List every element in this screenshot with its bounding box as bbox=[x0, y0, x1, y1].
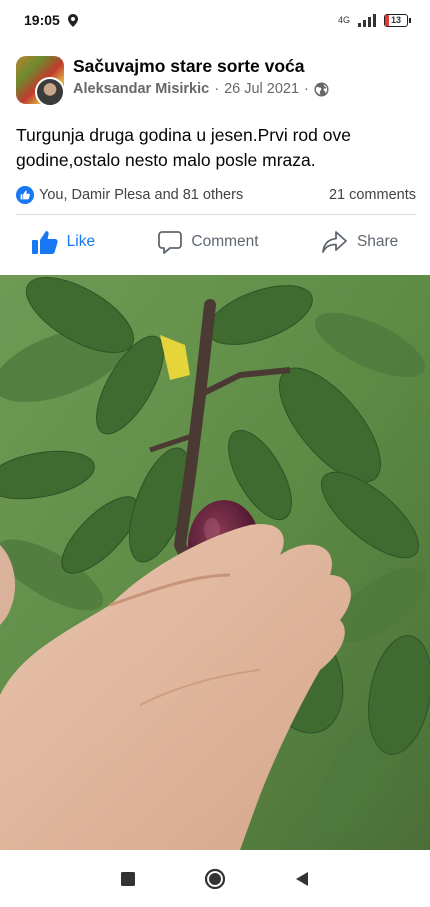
battery-level: 13 bbox=[390, 14, 401, 25]
status-time: 19:05 bbox=[24, 12, 60, 28]
like-label: Like bbox=[66, 233, 96, 250]
divider bbox=[16, 214, 416, 215]
post-actions: Like Comment Share bbox=[0, 222, 430, 262]
share-button[interactable]: Share bbox=[322, 230, 398, 254]
meta-separator: · bbox=[214, 81, 220, 97]
status-bar: 19:05 4G 13 bbox=[0, 0, 430, 40]
signal-icon bbox=[358, 13, 376, 27]
author-avatar[interactable] bbox=[35, 77, 65, 107]
post-photo[interactable] bbox=[0, 275, 430, 850]
photo-plum-branch-hand bbox=[0, 275, 430, 850]
reactions-left[interactable]: You, Damir Plesa and 81 others bbox=[16, 186, 243, 204]
comments-count[interactable]: 21 comments bbox=[329, 187, 416, 203]
meta-separator-2: · bbox=[304, 81, 309, 97]
post-text: Turgunja druga godina u jesen.Prvi rod o… bbox=[16, 125, 351, 170]
network-type: 4G bbox=[337, 15, 350, 25]
reactions-summary: You, Damir Plesa and 81 others 21 commen… bbox=[16, 183, 416, 207]
location-pin-icon bbox=[67, 13, 78, 27]
status-left: 19:05 bbox=[24, 12, 78, 28]
thumbs-up-icon bbox=[31, 231, 58, 254]
post-meta: Aleksandar Misirkic · 26 Jul 2021 · bbox=[73, 81, 329, 97]
comment-bubble-icon bbox=[158, 231, 183, 254]
square-recents-icon[interactable] bbox=[120, 871, 136, 887]
status-right: 4G 13 bbox=[337, 13, 411, 27]
battery-icon: 13 bbox=[384, 13, 411, 27]
group-name[interactable]: Sačuvajmo stare sorte voća bbox=[73, 56, 329, 77]
system-nav-bar bbox=[0, 850, 430, 907]
circle-home-icon[interactable] bbox=[204, 868, 226, 890]
group-avatar[interactable] bbox=[16, 56, 65, 107]
comment-label: Comment bbox=[191, 233, 259, 250]
comment-button[interactable]: Comment bbox=[158, 230, 259, 254]
post-date[interactable]: 26 Jul 2021 bbox=[224, 81, 299, 97]
header-text: Sačuvajmo stare sorte voća Aleksandar Mi… bbox=[73, 56, 329, 97]
like-button[interactable]: Like bbox=[31, 230, 96, 254]
share-label: Share bbox=[356, 233, 399, 250]
triangle-back-icon[interactable] bbox=[294, 871, 310, 887]
author-name[interactable]: Aleksandar Misirkic bbox=[73, 81, 209, 97]
like-reaction-icon bbox=[16, 186, 34, 204]
globe-icon bbox=[314, 81, 329, 97]
post-header: Sačuvajmo stare sorte voća Aleksandar Mi… bbox=[16, 56, 416, 108]
share-arrow-icon bbox=[322, 231, 347, 253]
reactions-text: You, Damir Plesa and 81 others bbox=[39, 187, 244, 203]
